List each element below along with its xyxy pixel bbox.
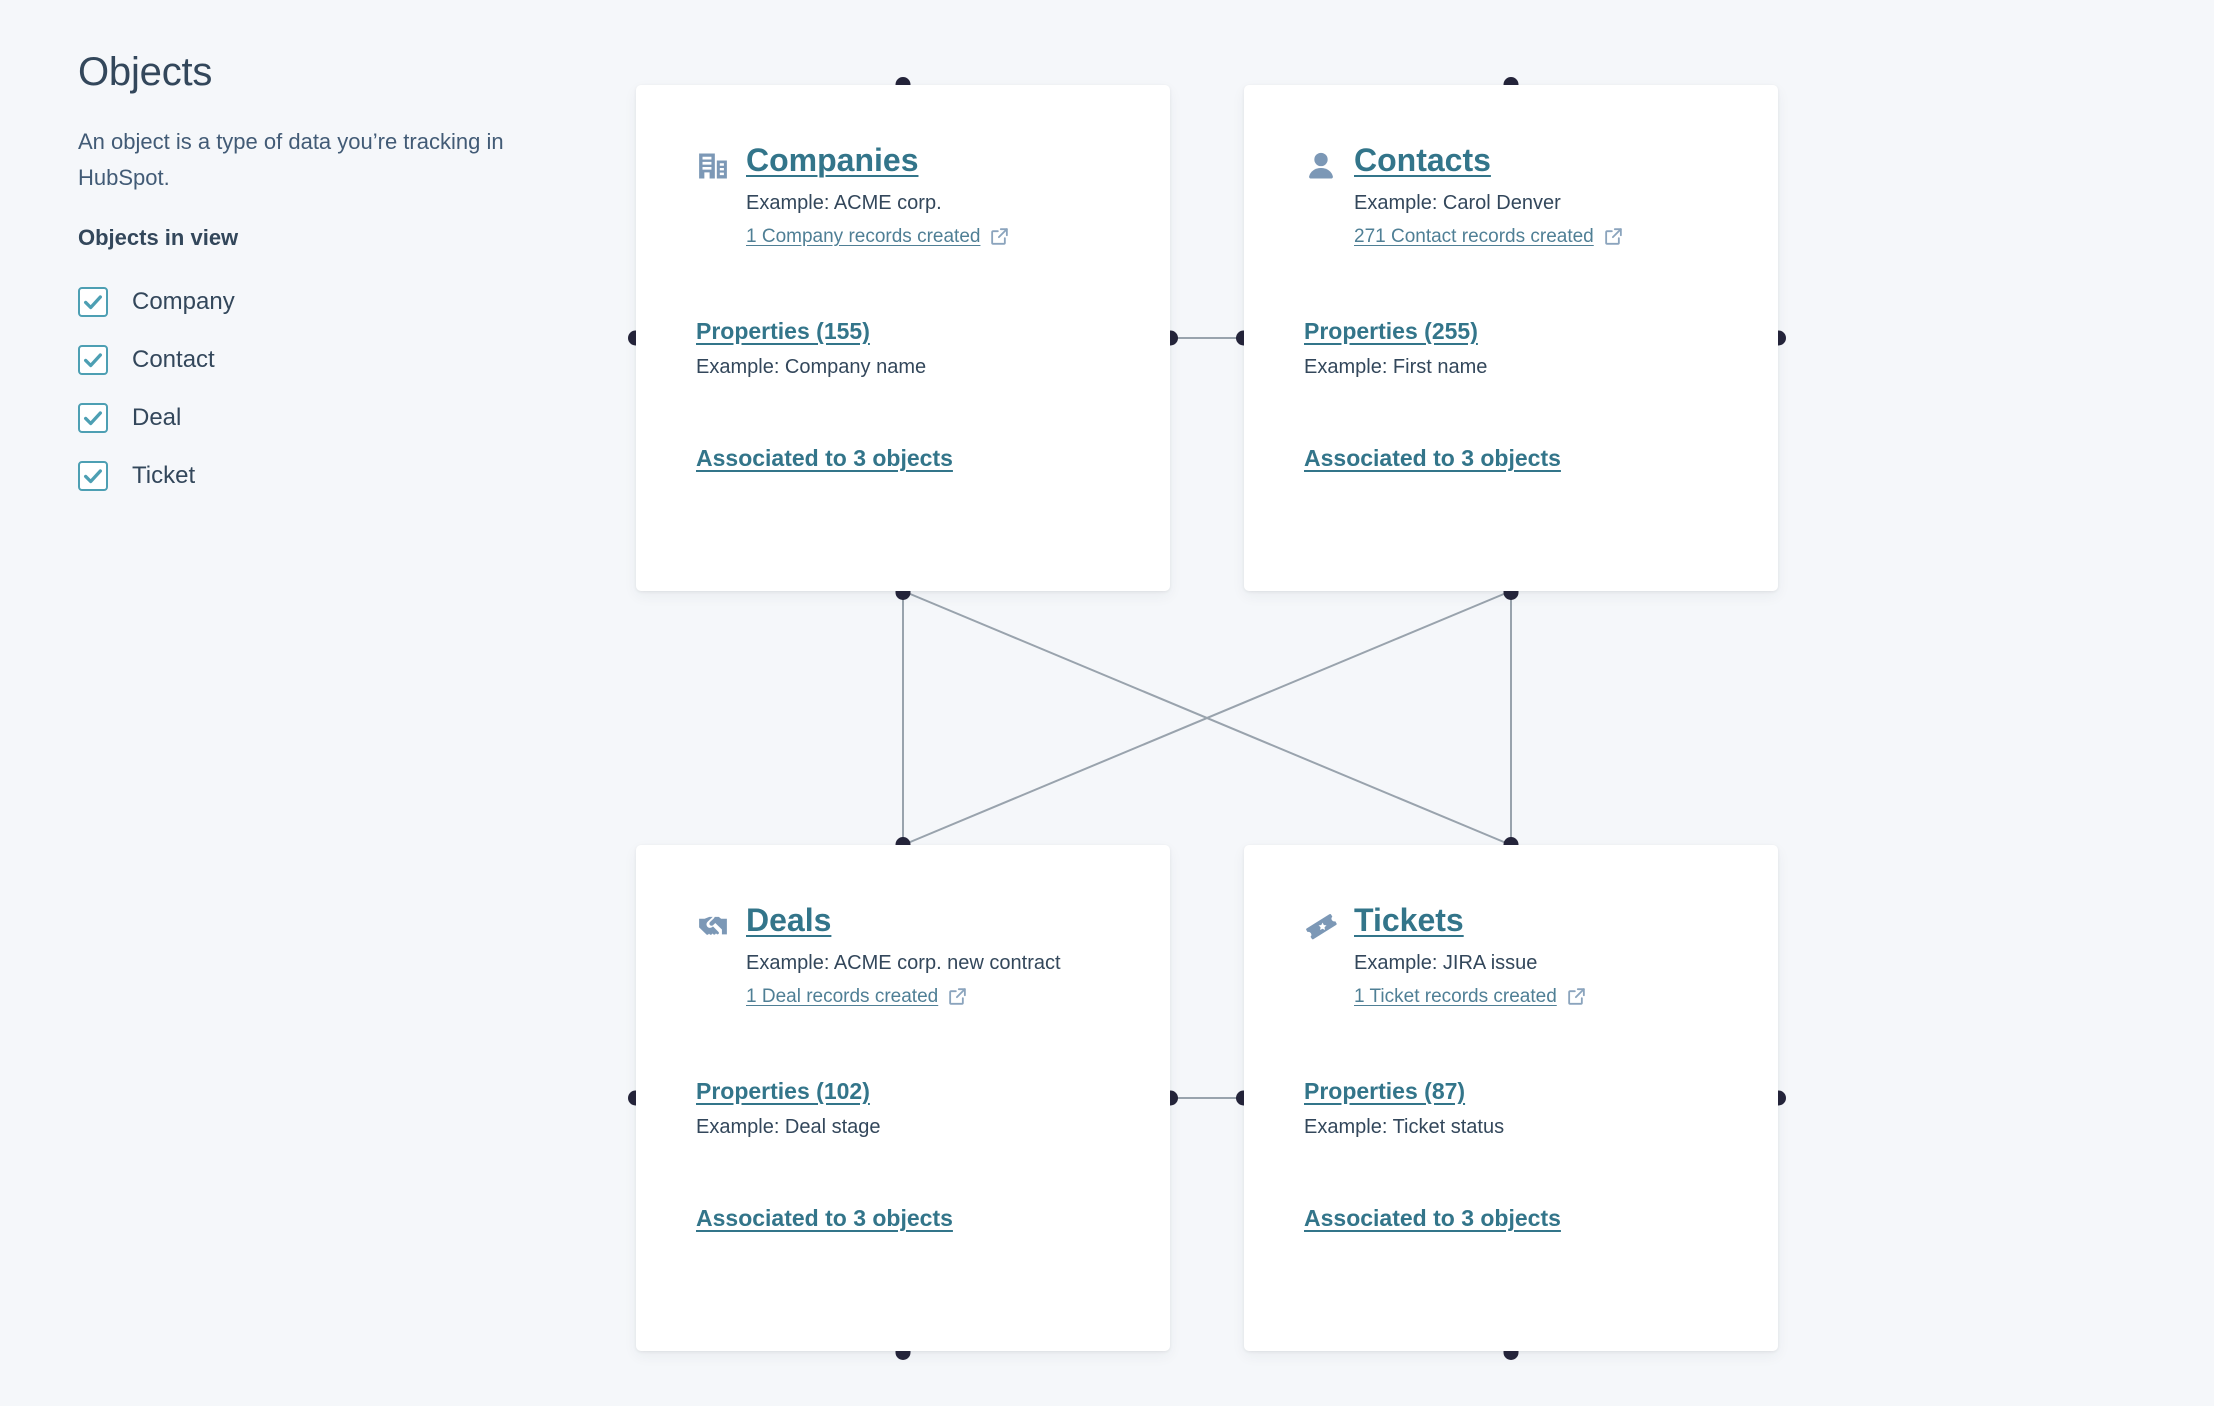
card-example-deals: Example: ACME corp. new contract — [746, 951, 1061, 974]
properties-example-deals: Example: Deal stage — [696, 1115, 881, 1138]
external-link-icon — [1566, 986, 1587, 1007]
edge-contacts-deals — [902, 590, 1512, 846]
card-header-contacts: Contacts Example: Carol Denver 271 Conta… — [1304, 142, 1718, 248]
properties-example-tickets: Example: Ticket status — [1304, 1115, 1505, 1138]
card-header-tickets: Tickets Example: JIRA issue 1 Ticket rec… — [1304, 902, 1718, 1008]
card-title-companies[interactable]: Companies — [746, 142, 918, 179]
card-title-deals[interactable]: Deals — [746, 902, 831, 939]
external-link-icon — [947, 986, 968, 1007]
records-created-label-companies: 1 Company records created — [746, 225, 981, 247]
external-link-icon — [1603, 226, 1624, 247]
anchor-tickets-right[interactable] — [1778, 1090, 1786, 1106]
anchor-deals-top[interactable] — [895, 837, 911, 845]
properties-link-tickets[interactable]: Properties (87) — [1304, 1078, 1465, 1105]
checkbox-row-company[interactable]: Company — [78, 273, 578, 331]
card-header-deals: Deals Example: ACME corp. new contract 1… — [696, 902, 1110, 1008]
properties-link-deals[interactable]: Properties (102) — [696, 1078, 870, 1105]
records-created-link-tickets[interactable]: 1 Ticket records created — [1354, 986, 1587, 1008]
card-example-companies: Example: ACME corp. — [746, 191, 942, 214]
objects-diagram-page: Objects An object is a type of data you’… — [0, 0, 2214, 1406]
object-card-companies[interactable]: Companies Example: ACME corp. 1 Company … — [628, 77, 1178, 600]
edge-companies-tickets — [902, 590, 1512, 846]
checkbox-ticket[interactable] — [78, 461, 108, 492]
associations-link-deals[interactable]: Associated to 3 objects — [696, 1205, 953, 1232]
associations-link-tickets[interactable]: Associated to 3 objects — [1304, 1205, 1561, 1232]
properties-link-companies[interactable]: Properties (155) — [696, 318, 870, 345]
card-header-companies: Companies Example: ACME corp. 1 Company … — [696, 142, 1110, 248]
associations-link-companies[interactable]: Associated to 3 objects — [696, 445, 953, 472]
properties-block-companies: Properties (155) Example: Company name — [696, 318, 1110, 379]
person-icon — [1304, 149, 1338, 183]
checkbox-label-deal: Deal — [132, 404, 182, 432]
handshake-icon — [696, 909, 730, 943]
checkbox-contact[interactable] — [78, 345, 108, 376]
properties-block-contacts: Properties (255) Example: First name — [1304, 318, 1718, 379]
anchor-contacts-top[interactable] — [1503, 77, 1519, 85]
anchor-contacts-right[interactable] — [1778, 330, 1786, 346]
properties-example-companies: Example: Company name — [696, 355, 927, 378]
properties-block-deals: Properties (102) Example: Deal stage — [696, 1078, 1110, 1139]
object-card-deals[interactable]: Deals Example: ACME corp. new contract 1… — [628, 837, 1178, 1360]
records-created-link-contacts[interactable]: 271 Contact records created — [1354, 226, 1624, 248]
anchor-contacts-bottom[interactable] — [1503, 591, 1519, 600]
checkbox-label-contact: Contact — [132, 346, 215, 374]
page-title: Objects — [78, 50, 213, 94]
records-created-link-companies[interactable]: 1 Company records created — [746, 226, 1010, 248]
object-card-tickets[interactable]: Tickets Example: JIRA issue 1 Ticket rec… — [1236, 837, 1786, 1360]
ticket-icon — [1304, 909, 1338, 943]
card-example-contacts: Example: Carol Denver — [1354, 191, 1561, 214]
anchor-companies-right[interactable] — [1170, 330, 1178, 346]
checkbox-company[interactable] — [78, 287, 108, 318]
anchor-deals-left[interactable] — [628, 1090, 636, 1106]
records-created-label-contacts: 271 Contact records created — [1354, 225, 1594, 247]
card-example-tickets: Example: JIRA issue — [1354, 951, 1538, 974]
anchor-tickets-top[interactable] — [1503, 837, 1519, 845]
associations-link-contacts[interactable]: Associated to 3 objects — [1304, 445, 1561, 472]
properties-block-tickets: Properties (87) Example: Ticket status — [1304, 1078, 1718, 1139]
anchor-deals-bottom[interactable] — [895, 1351, 911, 1360]
properties-link-contacts[interactable]: Properties (255) — [1304, 318, 1478, 345]
anchor-companies-bottom[interactable] — [895, 591, 911, 600]
anchor-companies-left[interactable] — [628, 330, 636, 346]
external-link-icon — [989, 226, 1010, 247]
records-created-label-tickets: 1 Ticket records created — [1354, 985, 1557, 1007]
object-card-contacts[interactable]: Contacts Example: Carol Denver 271 Conta… — [1236, 77, 1786, 600]
checkbox-row-contact[interactable]: Contact — [78, 331, 578, 389]
objects-in-view-list: Company Contact Deal Ticket — [78, 273, 578, 505]
checkbox-label-ticket: Ticket — [132, 462, 196, 490]
checkbox-row-ticket[interactable]: Ticket — [78, 447, 578, 505]
anchor-contacts-left[interactable] — [1236, 330, 1244, 346]
card-title-contacts[interactable]: Contacts — [1354, 142, 1491, 179]
records-created-label-deals: 1 Deal records created — [746, 985, 939, 1007]
checkbox-row-deal[interactable]: Deal — [78, 389, 578, 447]
page-description: An object is a type of data you’re track… — [78, 129, 504, 190]
records-created-link-deals[interactable]: 1 Deal records created — [746, 986, 968, 1008]
anchor-deals-right[interactable] — [1170, 1090, 1178, 1106]
anchor-tickets-bottom[interactable] — [1503, 1351, 1519, 1360]
objects-in-view-heading: Objects in view — [78, 225, 239, 251]
properties-example-contacts: Example: First name — [1304, 355, 1488, 378]
anchor-tickets-left[interactable] — [1236, 1090, 1244, 1106]
card-title-tickets[interactable]: Tickets — [1354, 902, 1464, 939]
checkbox-label-company: Company — [132, 288, 235, 316]
checkbox-deal[interactable] — [78, 403, 108, 434]
office-building-icon — [696, 149, 730, 183]
sidebar: Objects An object is a type of data you’… — [78, 48, 578, 505]
anchor-companies-top[interactable] — [895, 77, 911, 85]
